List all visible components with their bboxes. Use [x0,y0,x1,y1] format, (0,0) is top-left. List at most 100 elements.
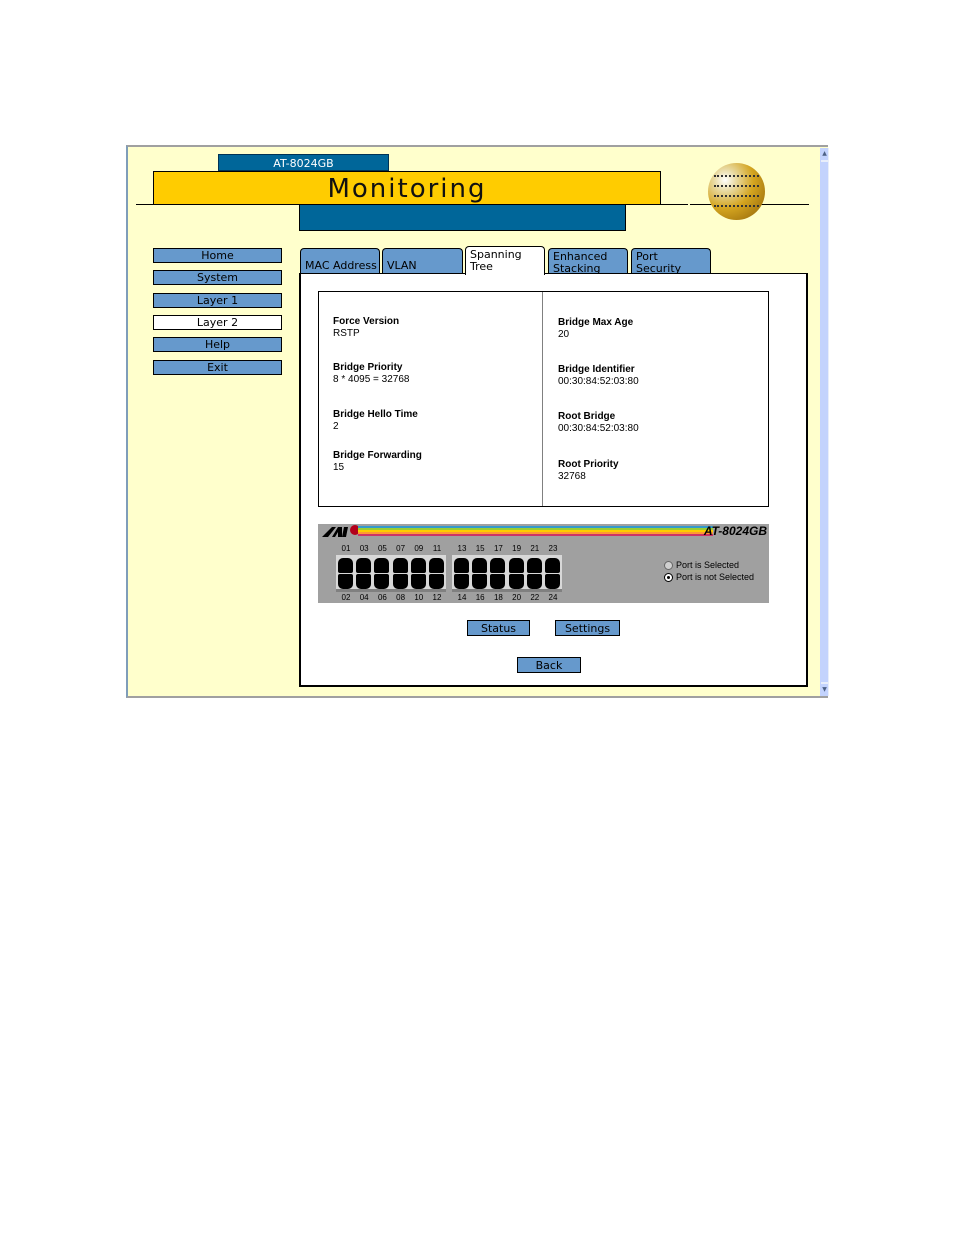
globe-logo-icon [708,163,765,220]
port-number-label: 19 [512,544,522,553]
port-22[interactable] [526,574,542,589]
port-number-label: 06 [377,593,387,602]
sidebar-item-exit[interactable]: Exit [153,360,282,375]
tab-spanning-tree[interactable]: Spanning Tree [465,246,545,275]
scroll-down-arrow-icon[interactable]: ▼ [821,684,828,696]
tab-mac-address[interactable]: MAC Address [300,248,380,274]
legend-label: Port is not Selected [676,572,755,582]
tab-label-line2: Tree [470,260,493,273]
sidebar-item-system[interactable]: System [153,270,282,285]
field-label: Root Bridge [558,411,616,422]
port-number-label: 12 [432,593,442,602]
port-number-label: 07 [396,544,406,553]
port-03[interactable] [356,558,372,573]
vertical-scrollbar[interactable]: ▲ ▼ [820,148,829,696]
port-11[interactable] [429,558,444,573]
allied-telesyn-logo-icon [322,525,360,537]
field-label: Bridge Hello Time [333,409,418,420]
field-root-bridge: Root Bridge 00:30:84:52:03:80 [558,411,639,435]
port-number-label: 16 [475,593,485,602]
port-number-label: 05 [377,544,387,553]
port-18[interactable] [490,574,506,589]
port-number-label: 13 [457,544,467,553]
sidebar-item-home[interactable]: Home [153,248,282,263]
port-number-label: 08 [396,593,406,602]
spanning-tree-info-box: Force Version RSTP Bridge Priority 8 * 4… [318,291,769,507]
tab-label: MAC Address [305,259,377,272]
port-20[interactable] [508,574,524,589]
port-12[interactable] [429,574,444,589]
field-value: 20 [558,329,570,340]
status-button[interactable]: Status [467,620,530,636]
port-08[interactable] [392,574,408,589]
sidebar-item-layer-2[interactable]: Layer 2 [153,315,282,330]
port-21[interactable] [526,558,542,573]
port-16[interactable] [472,574,488,589]
port-06[interactable] [374,574,390,589]
port-17[interactable] [490,558,506,573]
field-force-version: Force Version RSTP [333,316,399,340]
field-label: Bridge Max Age [558,317,634,328]
port-number-label: 17 [493,544,503,553]
port-23[interactable] [545,558,560,573]
port-19[interactable] [508,558,524,573]
port-14[interactable] [454,574,469,589]
port-number-label: 22 [530,593,540,602]
port-24[interactable] [545,574,560,589]
page-title: Monitoring [153,171,661,205]
header-blue-band [299,205,626,231]
tab-port-security[interactable]: Port Security [631,248,711,275]
stripe-band [358,534,713,536]
legend-port-not-selected: Port is not Selected [664,572,755,583]
port-number-label: 03 [359,544,369,553]
field-value: 8 * 4095 = 32768 [333,374,410,385]
port-04[interactable] [356,574,372,589]
rainbow-stripe [358,526,713,536]
field-bridge-priority: Bridge Priority 8 * 4095 = 32768 [333,362,409,386]
port-number-label: 18 [493,593,503,602]
port-15[interactable] [472,558,488,573]
port-number-label: 09 [414,544,424,553]
port-number-label: 15 [475,544,485,553]
sidebar-item-help[interactable]: Help [153,337,282,352]
field-root-priority: Root Priority 32768 [558,459,619,483]
port-09[interactable] [410,558,426,573]
scroll-up-arrow-icon[interactable]: ▲ [821,148,828,160]
port-13[interactable] [454,558,469,573]
radio-not-selected-icon [664,573,673,583]
field-value: 2 [333,421,339,432]
sidebar-item-layer-1[interactable]: Layer 1 [153,293,282,308]
info-divider [542,292,543,506]
port-number-label: 23 [548,544,558,553]
port-number-label: 20 [512,593,522,602]
tab-label: VLAN [387,259,417,272]
port-10[interactable] [410,574,426,589]
port-number-label: 04 [359,593,369,602]
scrollbar-thumb[interactable] [821,162,828,682]
field-label: Bridge Identifier [558,364,635,375]
port-01[interactable] [338,558,353,573]
port-number-label: 24 [548,593,558,602]
port-02[interactable] [338,574,353,589]
field-label: Force Version [333,316,400,327]
back-button[interactable]: Back [517,657,581,673]
field-value: 00:30:84:52:03:80 [558,376,639,387]
switch-model-label: AT-8024GB [703,524,767,538]
port-number-label: 02 [341,593,351,602]
field-value: 32768 [558,471,586,482]
switch-faceplate: AT-8024GB Port is Selected Port is not S… [318,524,769,603]
port-07[interactable] [392,558,408,573]
field-value: RSTP [333,328,360,339]
field-bridge-max-age: Bridge Max Age 20 [558,317,633,341]
field-value: 00:30:84:52:03:80 [558,423,639,434]
port-number-label: 21 [530,544,540,553]
tab-enhanced-stacking[interactable]: Enhanced Stacking [548,248,628,275]
legend-port-selected: Port is Selected [664,560,739,571]
field-bridge-identifier: Bridge Identifier 00:30:84:52:03:80 [558,364,639,388]
field-label: Root Priority [558,459,619,470]
tab-vlan[interactable]: VLAN [382,248,463,274]
settings-button[interactable]: Settings [555,620,620,636]
port-number-label: 14 [457,593,467,602]
radio-selected-icon [664,561,673,571]
port-05[interactable] [374,558,390,573]
